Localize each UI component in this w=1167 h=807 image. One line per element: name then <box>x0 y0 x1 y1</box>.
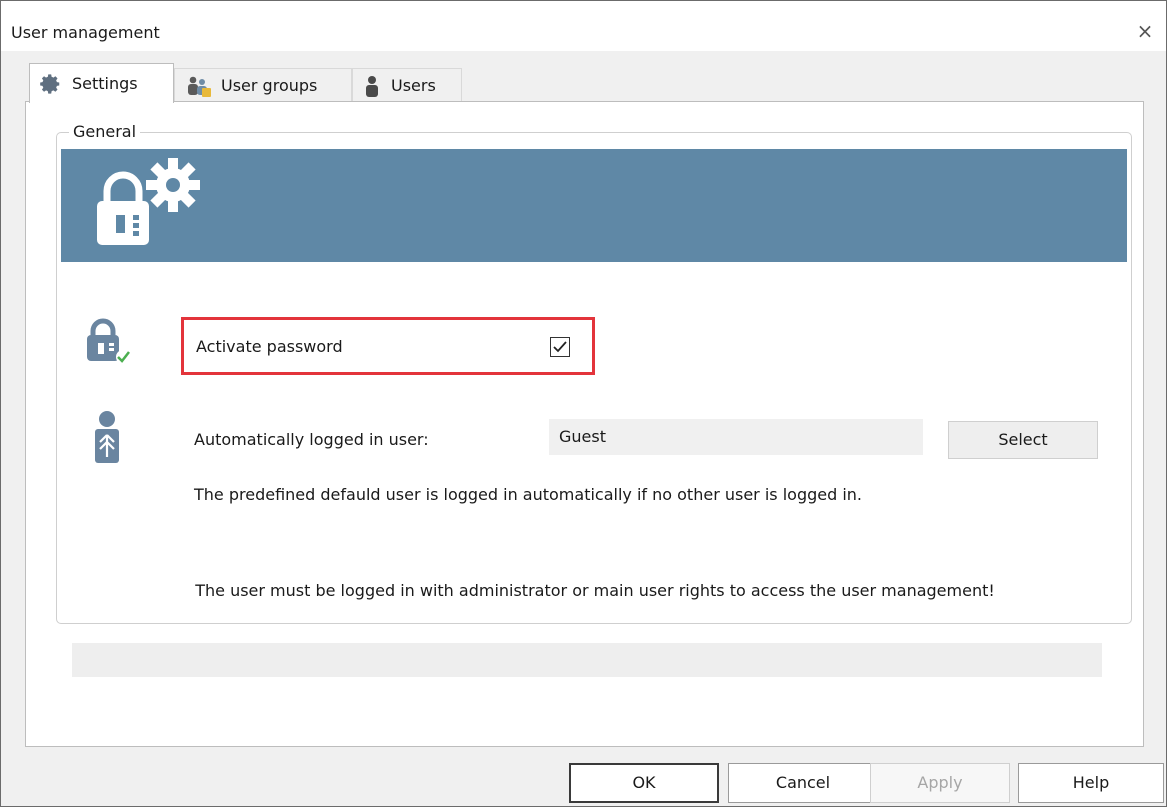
lock-check-icon <box>83 317 133 371</box>
tab-user-groups[interactable]: User groups <box>174 68 352 102</box>
auto-login-description: The predefined defauld user is logged in… <box>194 485 863 504</box>
activate-password-highlight: Activate password <box>181 317 595 375</box>
user-group-icon <box>185 75 211 97</box>
tab-settings[interactable]: Settings <box>29 63 174 103</box>
admin-rights-note: The user must be logged in with administ… <box>195 581 995 600</box>
ok-button[interactable]: OK <box>569 763 719 803</box>
user-management-dialog: User management × Settings User groups U… <box>0 0 1167 807</box>
title-bar: User management × <box>1 1 1166 51</box>
lock-gear-icon <box>89 157 229 261</box>
auto-login-label: Automatically logged in user: <box>194 430 429 449</box>
status-bar <box>72 643 1102 677</box>
close-button[interactable]: × <box>1132 19 1158 43</box>
apply-button[interactable]: Apply <box>870 763 1010 803</box>
tab-settings-label: Settings <box>72 74 138 93</box>
general-legend: General <box>69 122 141 141</box>
select-user-button[interactable]: Select <box>948 421 1098 459</box>
gear-icon <box>40 73 62 95</box>
settings-panel: General Activate password Automatically … <box>25 101 1144 747</box>
tab-user-groups-label: User groups <box>221 76 318 95</box>
settings-banner <box>61 149 1127 262</box>
tab-users[interactable]: Users <box>352 68 462 102</box>
user-icon <box>363 75 381 97</box>
tab-users-label: Users <box>391 76 436 95</box>
activate-password-checkbox[interactable] <box>550 337 570 357</box>
activate-password-label: Activate password <box>196 337 343 356</box>
help-button[interactable]: Help <box>1018 763 1164 803</box>
cancel-button[interactable]: Cancel <box>728 763 878 803</box>
general-groupbox: General Activate password Automatically … <box>56 122 1132 624</box>
auto-user-icon <box>91 409 123 469</box>
window-title: User management <box>11 23 160 42</box>
auto-login-user-field: Guest <box>549 419 923 455</box>
